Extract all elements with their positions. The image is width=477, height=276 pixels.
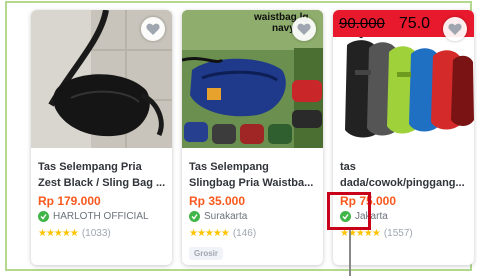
heart-icon bbox=[146, 23, 160, 35]
product-image[interactable] bbox=[31, 10, 172, 148]
star-icon: ★★★★★ bbox=[38, 228, 79, 239]
review-count: (146) bbox=[232, 228, 257, 239]
product-name[interactable]: Tas Selempang Pria Zest Black / Sling Ba… bbox=[38, 159, 168, 191]
product-price: Rp 179.000 bbox=[38, 194, 101, 208]
shop-badge-icon bbox=[38, 211, 49, 222]
highlight-box bbox=[327, 192, 371, 230]
wholesale-tag: Grosir bbox=[189, 247, 224, 260]
wishlist-button[interactable] bbox=[443, 17, 467, 41]
product-rating: ★★★★★ (146) bbox=[189, 228, 256, 239]
shop-name: HARLOTH OFFICIAL bbox=[53, 211, 149, 222]
discount-price: 75.0 bbox=[398, 14, 431, 32]
product-name[interactable]: Tas Selempang Slingbag Pria Waistba... bbox=[189, 159, 319, 191]
heart-icon bbox=[448, 23, 462, 35]
shop-name: Surakarta bbox=[204, 211, 248, 222]
product-rating: ★★★★★ (1033) bbox=[38, 228, 111, 239]
original-price: 90.000 bbox=[339, 15, 385, 32]
product-image[interactable]: 90.000 75.0 bbox=[333, 10, 474, 148]
product-name[interactable]: tas dada/cowok/pinggang... bbox=[340, 159, 470, 191]
shop-info: Surakarta bbox=[189, 211, 247, 222]
wishlist-button[interactable] bbox=[141, 17, 165, 41]
product-image[interactable]: waistbag lg navy bbox=[182, 10, 323, 148]
product-price: Rp 35.000 bbox=[189, 194, 246, 208]
product-card[interactable]: Tas Selempang Pria Zest Black / Sling Ba… bbox=[31, 10, 172, 265]
star-icon: ★★★★★ bbox=[189, 228, 230, 239]
review-count: (1557) bbox=[383, 228, 413, 239]
heart-icon bbox=[297, 23, 311, 35]
product-card[interactable]: waistbag lg navy Tas Selempang Slingbag … bbox=[182, 10, 323, 265]
pointer-line bbox=[349, 230, 351, 276]
wishlist-button[interactable] bbox=[292, 17, 316, 41]
review-count: (1033) bbox=[81, 228, 111, 239]
shop-badge-icon bbox=[189, 211, 200, 222]
shop-info: HARLOTH OFFICIAL bbox=[38, 211, 149, 222]
